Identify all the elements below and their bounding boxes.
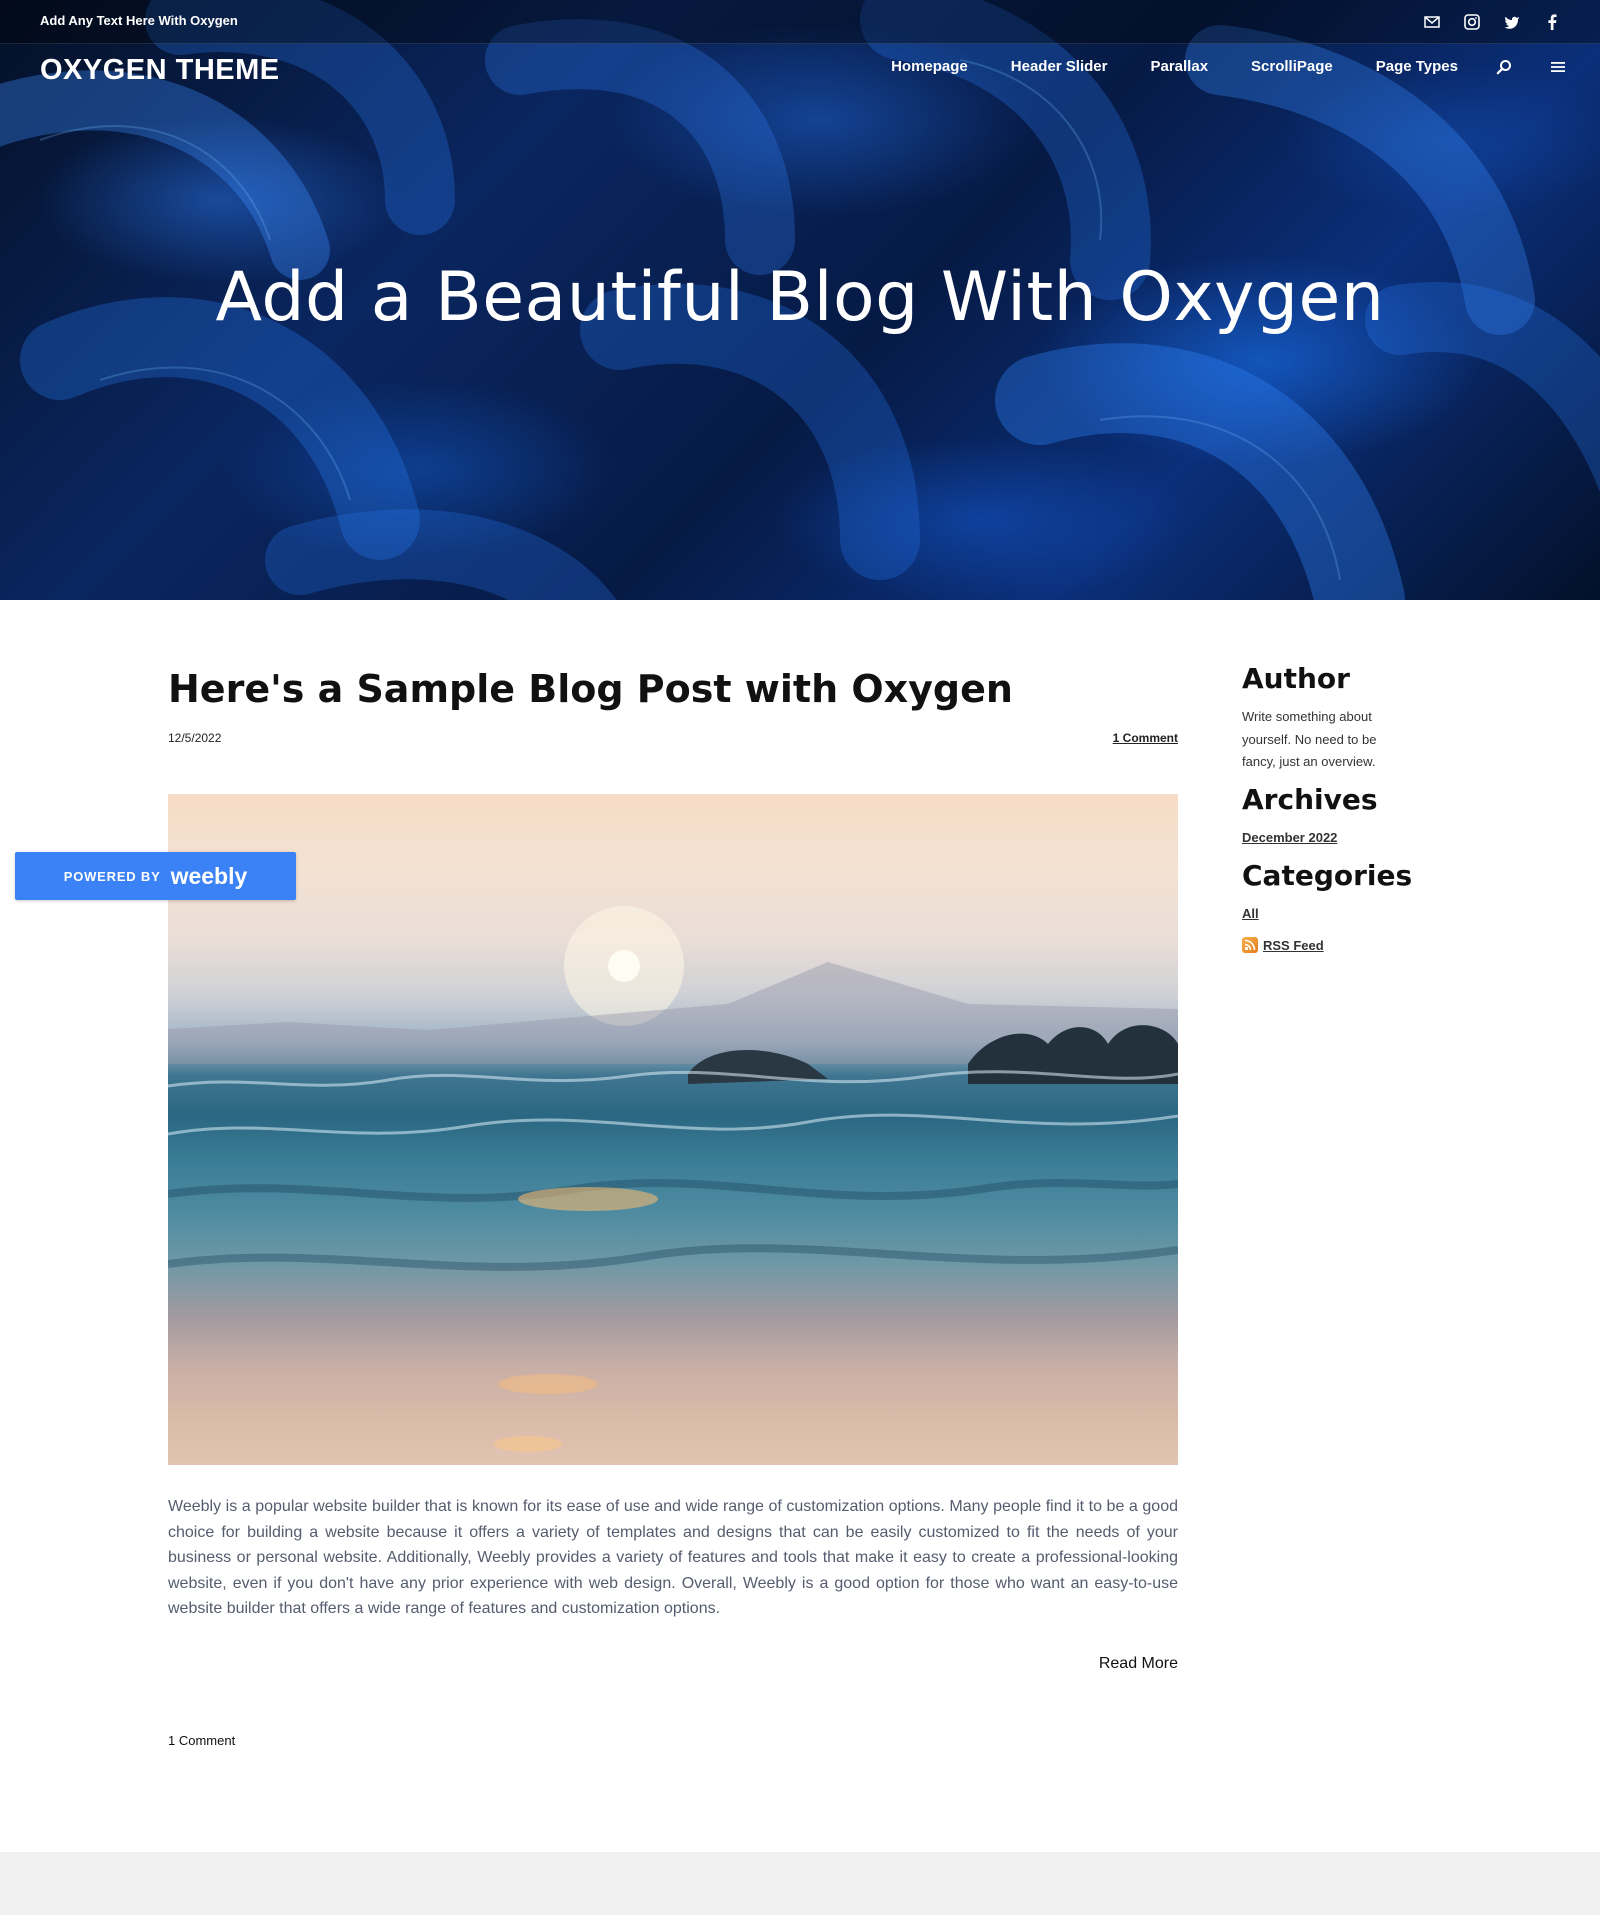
hero-section: Add Any Text Here With Oxygen OXYGEN THE…	[0, 0, 1600, 600]
nav-item-header-slider[interactable]: Header Slider	[1011, 58, 1108, 75]
powered-by-weebly-badge[interactable]: POWERED BY weebly	[15, 852, 296, 900]
search-icon[interactable]	[1496, 59, 1512, 75]
rss-feed: RSS Feed	[1242, 937, 1324, 953]
topbar-text: Add Any Text Here With Oxygen	[40, 13, 238, 28]
rss-feed-link[interactable]: RSS Feed	[1263, 938, 1324, 953]
facebook-icon[interactable]	[1542, 12, 1562, 32]
archive-link-december-2022[interactable]: December 2022	[1242, 830, 1337, 845]
menu-icon[interactable]	[1550, 60, 1566, 74]
comments-link[interactable]: 1 Comment	[168, 1733, 235, 1748]
weebly-logo: weebly	[170, 862, 248, 889]
nav-item-homepage[interactable]: Homepage	[891, 58, 968, 75]
footer	[0, 1852, 1600, 1915]
category-link-all[interactable]: All	[1242, 906, 1259, 921]
twitter-icon[interactable]	[1502, 12, 1522, 32]
rss-icon[interactable]	[1242, 937, 1258, 953]
post-image	[168, 794, 1178, 1465]
nav-item-page-types[interactable]: Page Types	[1376, 58, 1458, 75]
site-logo[interactable]: OXYGEN THEME	[40, 54, 280, 87]
author-heading: Author	[1242, 662, 1350, 695]
hero-title: Add a Beautiful Blog With Oxygen	[215, 258, 1385, 337]
author-text: Write something about yourself. No need …	[1242, 709, 1377, 769]
powered-by-label: POWERED BY	[63, 868, 161, 884]
instagram-icon[interactable]	[1462, 12, 1482, 32]
post-title[interactable]: Here's a Sample Blog Post with Oxygen	[168, 667, 1013, 711]
comment-count-link[interactable]: 1 Comment	[1113, 731, 1178, 745]
read-more-link[interactable]: Read More	[1099, 1655, 1178, 1673]
top-bar: Add Any Text Here With Oxygen	[0, 0, 1600, 44]
post-body: Weebly is a popular website builder that…	[168, 1498, 1178, 1617]
mail-icon[interactable]	[1422, 12, 1442, 32]
archives-heading: Archives	[1242, 783, 1378, 816]
nav-item-scrollipage[interactable]: ScrolliPage	[1251, 58, 1333, 75]
main-nav: Homepage Header Slider Parallax ScrolliP…	[848, 58, 1566, 75]
social-links	[1422, 12, 1562, 32]
post-date: 12/5/2022	[168, 731, 222, 745]
nav-item-parallax[interactable]: Parallax	[1150, 58, 1208, 75]
categories-heading: Categories	[1242, 859, 1413, 892]
